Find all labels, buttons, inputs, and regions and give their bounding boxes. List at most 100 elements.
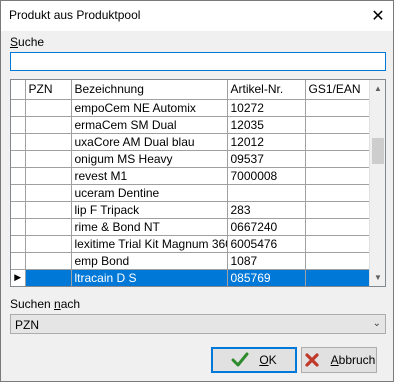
ok-button-label: OK <box>259 353 277 367</box>
table-row[interactable]: onigum MS Heavy 09537 <box>11 150 372 168</box>
cell-ean[interactable] <box>305 167 372 185</box>
table-row[interactable]: emp Bond 1087 <box>11 252 372 270</box>
title-bar: Produkt aus Produktpool ✕ <box>1 1 393 31</box>
column-header-gs1-ean[interactable]: GS1/EAN <box>305 80 372 100</box>
cell-name[interactable]: lip F Tripack <box>71 201 228 219</box>
scrollbar-thumb[interactable] <box>372 138 384 164</box>
table-row[interactable]: ermaCem SM Dual 12035 <box>11 116 372 134</box>
cell-name[interactable]: uceram Dentine <box>71 184 228 202</box>
cell-name[interactable]: revest M1 <box>71 167 228 185</box>
product-grid[interactable]: PZN Bezeichnung Artikel-Nr. GS1/EAN empo… <box>10 79 386 287</box>
cell-art[interactable]: 283 <box>227 201 306 219</box>
cell-art[interactable]: 10272 <box>227 99 306 117</box>
cell-name[interactable]: onigum MS Heavy <box>71 150 228 168</box>
vertical-scrollbar[interactable]: ▲ ▼ <box>369 80 385 286</box>
cell-pzn[interactable] <box>25 184 72 202</box>
cell-art[interactable]: 1087 <box>227 252 306 270</box>
row-indicator <box>11 116 26 134</box>
row-indicator <box>11 133 26 151</box>
cell-ean[interactable] <box>305 184 372 202</box>
search-by-select[interactable]: PZN ⌄ <box>10 314 386 334</box>
search-input[interactable] <box>10 52 386 71</box>
product-table: PZN Bezeichnung Artikel-Nr. GS1/EAN empo… <box>11 80 372 286</box>
cell-name[interactable]: ermaCem SM Dual <box>71 116 228 134</box>
cell-ean[interactable] <box>305 201 372 219</box>
row-indicator <box>11 201 26 219</box>
cell-pzn[interactable] <box>25 99 72 117</box>
chevron-down-icon: ▼ <box>374 273 382 282</box>
table-row[interactable]: empoCem NE Automix 10272 <box>11 99 372 117</box>
cancel-button-label: Abbruch <box>330 353 376 367</box>
dialog-window: Produkt aus Produktpool ✕ Suche PZN Beze… <box>0 0 394 382</box>
cell-art[interactable]: 6005476 <box>227 235 306 253</box>
column-header-artikel-nr[interactable]: Artikel-Nr. <box>227 80 306 100</box>
search-by-label-mnemonic: n <box>54 297 61 311</box>
table-row[interactable]: ▶ ltracain D S 085769 <box>11 269 372 286</box>
cell-pzn[interactable] <box>25 167 72 185</box>
cell-art[interactable]: 12012 <box>227 133 306 151</box>
cell-ean[interactable] <box>305 99 372 117</box>
cell-name[interactable]: ltracain D S <box>71 269 228 286</box>
row-indicator <box>11 99 26 117</box>
table-row[interactable]: lip F Tripack 283 <box>11 201 372 219</box>
cell-name[interactable]: uxaCore AM Dual blau <box>71 133 228 151</box>
cancel-x-icon <box>305 353 319 367</box>
row-indicator <box>11 235 26 253</box>
scroll-down-button[interactable]: ▼ <box>370 269 385 286</box>
cell-pzn[interactable] <box>25 218 72 236</box>
close-icon: ✕ <box>371 7 385 25</box>
cell-pzn[interactable] <box>25 269 72 286</box>
cell-ean[interactable] <box>305 269 372 286</box>
cell-pzn[interactable] <box>25 201 72 219</box>
checkmark-icon <box>231 352 249 367</box>
search-label-mnemonic: S <box>10 35 19 49</box>
cell-ean[interactable] <box>305 218 372 236</box>
cell-art[interactable] <box>227 184 306 202</box>
search-by-value: PZN <box>15 318 39 332</box>
search-by-label-rest: ach <box>60 297 81 311</box>
close-button[interactable]: ✕ <box>363 1 393 30</box>
ok-button[interactable]: OK <box>211 347 297 373</box>
cell-pzn[interactable] <box>25 116 72 134</box>
table-row[interactable]: revest M1 7000008 <box>11 167 372 185</box>
cell-name[interactable]: lexitime Trial Kit Magnum 360 <box>71 235 228 253</box>
row-indicator <box>11 184 26 202</box>
chevron-up-icon: ▲ <box>374 84 382 93</box>
cell-pzn[interactable] <box>25 252 72 270</box>
cell-art[interactable]: 085769 <box>227 269 306 286</box>
scroll-up-button[interactable]: ▲ <box>370 80 385 97</box>
cell-ean[interactable] <box>305 133 372 151</box>
cell-pzn[interactable] <box>25 133 72 151</box>
cell-name[interactable]: empoCem NE Automix <box>71 99 228 117</box>
search-by-label-pre: Suchen <box>10 297 55 311</box>
cell-ean[interactable] <box>305 150 372 168</box>
search-label: Suche <box>10 35 44 49</box>
search-by-label: Suchen nach <box>10 297 80 311</box>
table-row[interactable]: uceram Dentine <box>11 184 372 202</box>
cell-art[interactable]: 09537 <box>227 150 306 168</box>
chevron-down-icon: ⌄ <box>372 318 381 329</box>
cell-art[interactable]: 0667240 <box>227 218 306 236</box>
cell-ean[interactable] <box>305 252 372 270</box>
row-indicator <box>11 252 26 270</box>
column-header-bezeichnung[interactable]: Bezeichnung <box>71 80 228 100</box>
window-title: Produkt aus Produktpool <box>9 8 141 22</box>
cell-pzn[interactable] <box>25 235 72 253</box>
cell-name[interactable]: emp Bond <box>71 252 228 270</box>
row-indicator <box>11 218 26 236</box>
header-indicator <box>11 80 26 100</box>
table-row[interactable]: uxaCore AM Dual blau 12012 <box>11 133 372 151</box>
cell-pzn[interactable] <box>25 150 72 168</box>
table-row[interactable]: lexitime Trial Kit Magnum 360 6005476 <box>11 235 372 253</box>
cell-ean[interactable] <box>305 235 372 253</box>
cell-art[interactable]: 12035 <box>227 116 306 134</box>
row-indicator: ▶ <box>11 269 26 286</box>
table-row[interactable]: rime & Bond NT 0667240 <box>11 218 372 236</box>
column-header-pzn[interactable]: PZN <box>25 80 72 100</box>
row-indicator <box>11 167 26 185</box>
cell-art[interactable]: 7000008 <box>227 167 306 185</box>
row-indicator <box>11 150 26 168</box>
cancel-button[interactable]: Abbruch <box>301 347 377 373</box>
cell-ean[interactable] <box>305 116 372 134</box>
cell-name[interactable]: rime & Bond NT <box>71 218 228 236</box>
